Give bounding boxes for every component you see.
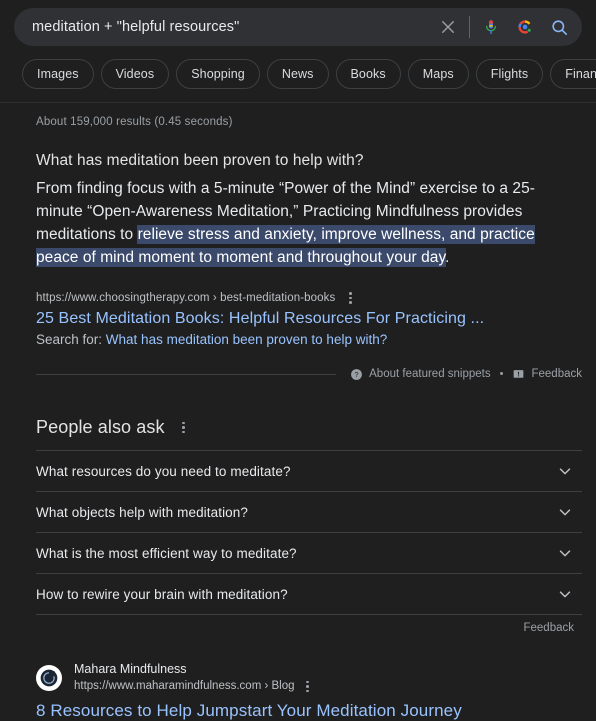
snippet-source-title-link[interactable]: 25 Best Meditation Books: Helpful Resour… [36, 310, 582, 328]
paa-title: People also ask [36, 417, 165, 437]
search-bar-container [0, 0, 596, 46]
organic-result-meta: Mahara Mindfulness https://www.maharamin… [74, 661, 317, 696]
chip-images[interactable]: Images [22, 59, 94, 89]
google-lens-icon[interactable] [508, 10, 542, 44]
search-divider [469, 16, 470, 38]
snippet-search-for-link[interactable]: What has meditation been proven to help … [106, 332, 387, 347]
organic-url: https://www.maharamindfulness.com › Blog [74, 679, 295, 692]
chevron-down-icon[interactable] [556, 544, 574, 562]
paa-feedback-link[interactable]: Feedback [523, 622, 582, 634]
favicon [36, 665, 62, 692]
paa-question: How to rewire your brain with meditation… [36, 586, 288, 602]
people-also-ask-section: People also ask What resources do you ne… [36, 417, 582, 639]
paa-item[interactable]: What objects help with meditation? [36, 491, 582, 532]
svg-text:?: ? [355, 370, 359, 379]
paa-footer: Feedback [36, 617, 582, 639]
search-submit-icon[interactable] [542, 10, 576, 44]
snippet-source-url: https://www.choosingtherapy.com › best-m… [36, 292, 336, 304]
paa-item[interactable]: How to rewire your brain with meditation… [36, 573, 582, 615]
snippet-text-after: . [445, 249, 450, 266]
snippet-body: From finding focus with a 5-minute “Powe… [36, 177, 581, 269]
chevron-down-icon[interactable] [556, 503, 574, 521]
paa-list: What resources do you need to meditate? … [36, 450, 582, 615]
snippet-footer: ? About featured snippets • Feedback [36, 365, 582, 383]
chip-news[interactable]: News [266, 59, 329, 89]
results-column: About 159,000 results (0.45 seconds) Wha… [0, 103, 596, 721]
snippet-kebab-menu-icon[interactable] [341, 289, 359, 307]
organic-result-header: Mahara Mindfulness https://www.maharamin… [36, 661, 582, 696]
chip-books[interactable]: Books [335, 59, 401, 89]
paa-question: What resources do you need to meditate? [36, 463, 291, 479]
microphone-icon[interactable] [474, 10, 508, 44]
organic-result: Mahara Mindfulness https://www.maharamin… [36, 661, 582, 721]
paa-kebab-menu-icon[interactable] [175, 419, 193, 437]
footer-separator: • [499, 368, 504, 380]
paa-item[interactable]: What resources do you need to meditate? [36, 450, 582, 491]
about-featured-snippets-link[interactable]: ? About featured snippets [350, 368, 491, 381]
snippet-feedback-link[interactable]: Feedback [512, 368, 582, 381]
chevron-down-icon[interactable] [556, 462, 574, 480]
snippet-search-for-label: Search for: [36, 332, 103, 347]
about-featured-snippets-label: About featured snippets [369, 368, 491, 380]
filter-chips: Images Videos Shopping News Books Maps F… [0, 46, 596, 89]
chip-flights[interactable]: Flights [475, 59, 544, 89]
organic-result-title-link[interactable]: 8 Resources to Help Jumpstart Your Medit… [36, 701, 582, 721]
organic-url-row: https://www.maharamindfulness.com › Blog [74, 678, 317, 696]
chip-shopping[interactable]: Shopping [176, 59, 260, 89]
result-stats: About 159,000 results (0.45 seconds) [36, 116, 233, 128]
paa-item[interactable]: What is the most efficient way to medita… [36, 532, 582, 573]
paa-footer-divider [36, 628, 523, 629]
chip-finance[interactable]: Finance [550, 59, 596, 89]
chip-videos[interactable]: Videos [100, 59, 170, 89]
snippet-footer-divider [36, 373, 337, 375]
organic-site-name: Mahara Mindfulness [74, 662, 187, 676]
featured-snippet: What has meditation been proven to help … [36, 152, 582, 383]
snippet-source-url-row: https://www.choosingtherapy.com › best-m… [36, 289, 582, 307]
paa-question: What is the most efficient way to medita… [36, 545, 297, 561]
search-input[interactable] [32, 19, 431, 35]
help-circle-icon: ? [351, 368, 363, 380]
site-logo-icon [40, 669, 58, 687]
snippet-feedback-label: Feedback [531, 368, 582, 380]
snippet-question: What has meditation been proven to help … [36, 152, 364, 169]
paa-header: People also ask [36, 417, 582, 438]
search-bar[interactable] [14, 8, 582, 46]
feedback-flag-icon [514, 369, 524, 378]
paa-question: What objects help with meditation? [36, 504, 249, 520]
snippet-source: https://www.choosingtherapy.com › best-m… [36, 289, 582, 347]
clear-search-icon[interactable] [431, 10, 465, 44]
chip-maps[interactable]: Maps [407, 59, 469, 89]
snippet-search-for: Search for: What has meditation been pro… [36, 332, 582, 347]
organic-kebab-menu-icon[interactable] [299, 678, 317, 696]
chevron-down-icon[interactable] [556, 585, 574, 603]
